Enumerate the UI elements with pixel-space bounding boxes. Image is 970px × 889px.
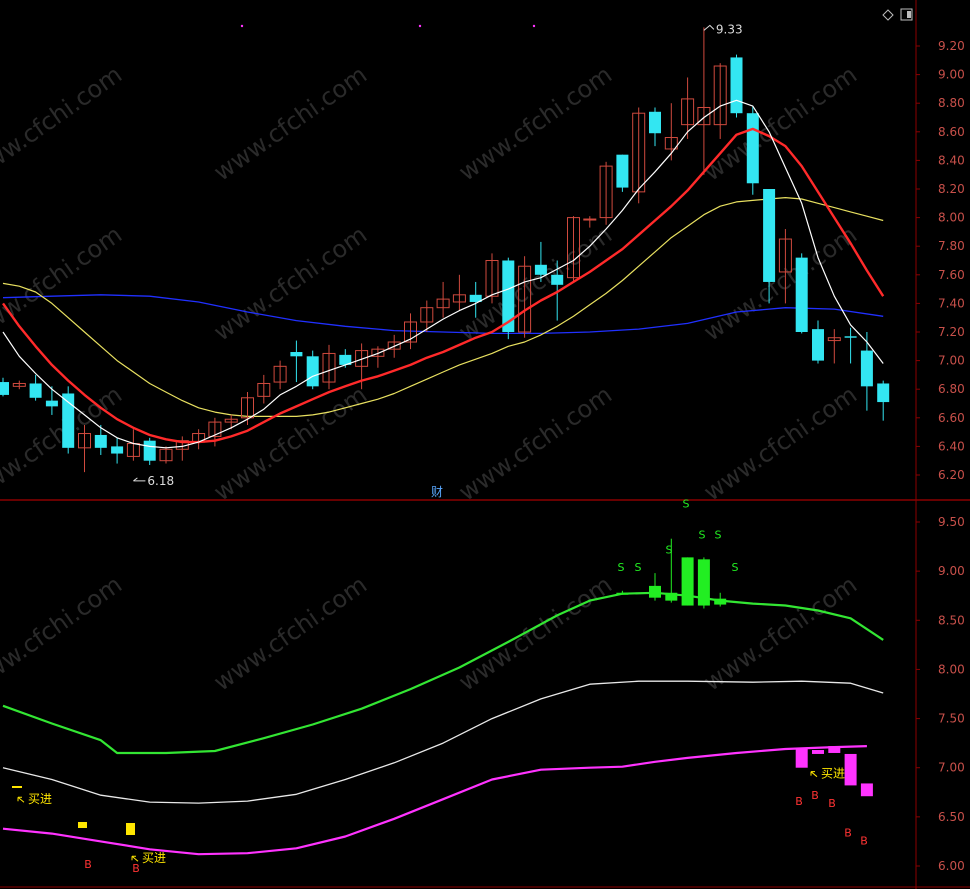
- y-tick-label: 6.20: [938, 468, 965, 482]
- buy-label-text: 买进: [821, 767, 845, 781]
- y-tick-label: 9.00: [938, 68, 965, 82]
- y-tick-label: 6.80: [938, 382, 965, 396]
- y-tick-label: 7.40: [938, 296, 965, 310]
- y-tick-label: 9.20: [938, 39, 965, 53]
- buy-label-text: 买进: [142, 851, 166, 865]
- sell-signal-label: S: [715, 529, 722, 542]
- sell-signal-label: S: [732, 561, 739, 574]
- buy-signal-label: B: [132, 862, 140, 875]
- buy-signal-label: B: [811, 789, 819, 802]
- candle-body-down: [649, 111, 661, 134]
- y-tick-label: 8.50: [938, 613, 965, 627]
- y-tick-label: 7.00: [938, 354, 965, 368]
- candle-body-down: [0, 382, 9, 395]
- buy-marker: [78, 822, 87, 828]
- y-tick-label: 6.50: [938, 810, 965, 824]
- sell-signal-label: S: [666, 543, 673, 556]
- buy-marker: [12, 786, 22, 788]
- buy-signal-label: B: [844, 827, 852, 840]
- candle-body-down: [94, 434, 107, 448]
- y-tick-label: 8.00: [938, 211, 965, 225]
- y-tick-label: 8.20: [938, 182, 965, 196]
- candle-body-down: [812, 329, 824, 361]
- sell-signal-label: S: [618, 561, 625, 574]
- y-tick-label: 6.60: [938, 411, 965, 425]
- candle-body-down: [877, 383, 890, 403]
- stock-chart-svg[interactable]: www.cfchi.com www.cfchi.com www.cfchi.com w…: [0, 0, 970, 889]
- marker-dot: [240, 24, 244, 28]
- candle-body-down: [306, 356, 319, 387]
- candle-body-down: [551, 274, 564, 285]
- y-tick-label: 7.00: [938, 761, 965, 775]
- y-tick-label: 8.60: [938, 125, 965, 139]
- y-tick-label: 7.80: [938, 239, 965, 253]
- candle-body-down: [746, 113, 759, 184]
- candle-body-down: [763, 189, 776, 282]
- candle-body-down: [534, 264, 547, 275]
- y-tick-label: 8.00: [938, 662, 965, 676]
- candle-body-down: [143, 440, 156, 461]
- sell-bar-body: [665, 592, 678, 601]
- candle-body-down: [730, 57, 743, 114]
- y-tick-label: 6.40: [938, 439, 965, 453]
- sell-bar-body: [714, 598, 727, 605]
- sell-bar-body: [649, 585, 661, 598]
- buy-bar-body: [860, 783, 873, 797]
- candle-body-down: [45, 400, 58, 407]
- buy-signal-label: B: [84, 858, 92, 871]
- sell-signal-label: S: [683, 497, 690, 510]
- buy-signal-label: B: [860, 834, 868, 847]
- sell-bar-body: [681, 557, 694, 606]
- y-tick-label: 9.50: [938, 515, 965, 529]
- buy-signal-label: B: [828, 797, 836, 810]
- low-price-label: 6.18: [147, 474, 174, 488]
- candle-body-down: [795, 257, 808, 332]
- sell-bar-body: [697, 559, 710, 606]
- y-tick-label: 7.60: [938, 268, 965, 282]
- buy-bar-body: [795, 748, 808, 768]
- candle-body-down: [111, 446, 124, 454]
- sell-signal-label: S: [635, 561, 642, 574]
- y-tick-label: 8.40: [938, 153, 965, 167]
- indicator-panel-label: 财: [431, 485, 443, 499]
- candle-body-up: [583, 218, 597, 221]
- y-tick-label: 8.80: [938, 96, 965, 110]
- y-tick-label: 7.50: [938, 712, 965, 726]
- sell-signal-label: S: [699, 529, 706, 542]
- buy-bar-body: [812, 750, 824, 754]
- buy-marker: [126, 823, 135, 835]
- marker-dot: [532, 24, 536, 28]
- candle-body-down: [29, 383, 42, 398]
- marker-dot: [418, 24, 422, 28]
- candle-body-down: [290, 352, 303, 357]
- candle-body-down: [844, 336, 857, 338]
- candle-body-down: [616, 154, 629, 188]
- buy-bar-body: [844, 753, 857, 786]
- y-tick-label: 9.00: [938, 564, 965, 578]
- buy-bar-body: [828, 746, 841, 753]
- buy-signal-label: B: [795, 795, 803, 808]
- buy-label-text: 买进: [28, 792, 52, 806]
- sell-bar-body: [616, 592, 629, 595]
- candle-body-down: [860, 350, 873, 387]
- y-tick-label: 6.00: [938, 859, 965, 873]
- y-tick-label: 7.20: [938, 325, 965, 339]
- high-price-label: 9.33: [716, 22, 743, 36]
